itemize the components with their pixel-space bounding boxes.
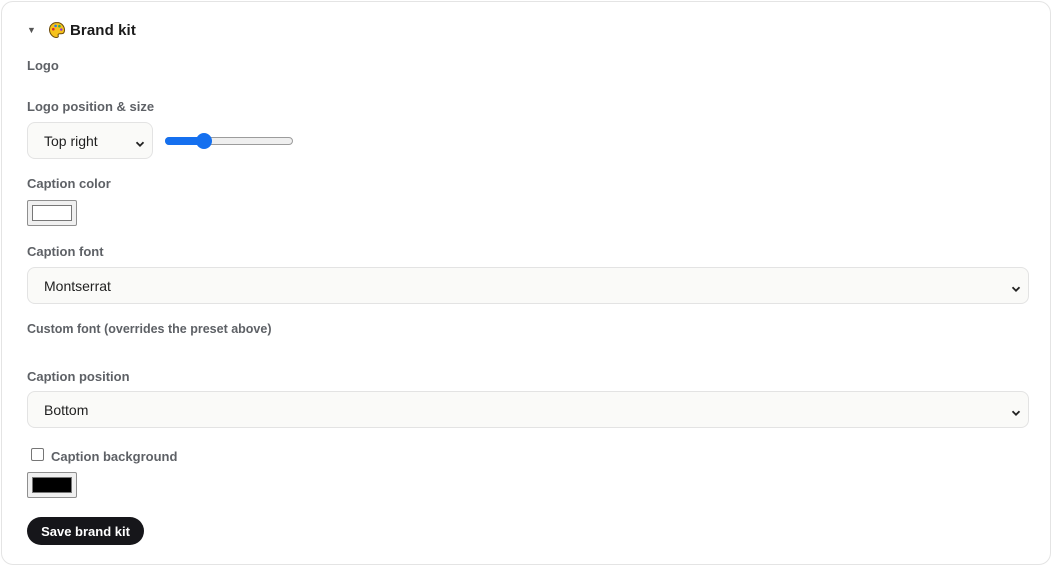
- caption-position-value: Bottom: [44, 401, 89, 418]
- section-title: Brand kit: [70, 21, 136, 39]
- custom-font-label: Custom font (overrides the preset above): [27, 322, 272, 336]
- slider-thumb[interactable]: [196, 133, 213, 149]
- caption-background-label: Caption background: [51, 449, 178, 464]
- logo-position-select[interactable]: Top right: [27, 122, 153, 159]
- caret-down-icon[interactable]: ▼: [27, 25, 45, 35]
- caption-position-label: Caption position: [27, 369, 130, 384]
- caption-color-picker[interactable]: [27, 200, 77, 226]
- caption-color-swatch: [32, 205, 72, 221]
- chevron-down-icon: [1011, 405, 1021, 416]
- logo-position-size-label: Logo position & size: [27, 99, 155, 114]
- caption-background-swatch: [32, 477, 72, 493]
- caption-background-color-picker[interactable]: [27, 472, 77, 498]
- chevron-down-icon: [135, 136, 145, 147]
- logo-position-value: Top right: [44, 132, 98, 149]
- brand-kit-header[interactable]: ▼ Brand kit: [26, 19, 136, 41]
- save-brand-kit-button[interactable]: Save brand kit: [27, 517, 144, 545]
- caption-color-label: Caption color: [27, 176, 111, 191]
- caption-position-select[interactable]: Bottom: [27, 391, 1029, 428]
- chevron-down-icon: [1011, 281, 1021, 292]
- palette-icon: [48, 21, 66, 39]
- brand-kit-panel: ▼ Brand kit Logo Logo position & size To…: [1, 1, 1051, 565]
- logo-label: Logo: [27, 58, 59, 73]
- caption-font-select[interactable]: Montserrat: [27, 267, 1029, 304]
- caption-font-label: Caption font: [27, 244, 104, 259]
- caption-font-value: Montserrat: [44, 277, 111, 294]
- caption-background-checkbox[interactable]: [31, 448, 44, 461]
- logo-size-slider[interactable]: [165, 133, 294, 149]
